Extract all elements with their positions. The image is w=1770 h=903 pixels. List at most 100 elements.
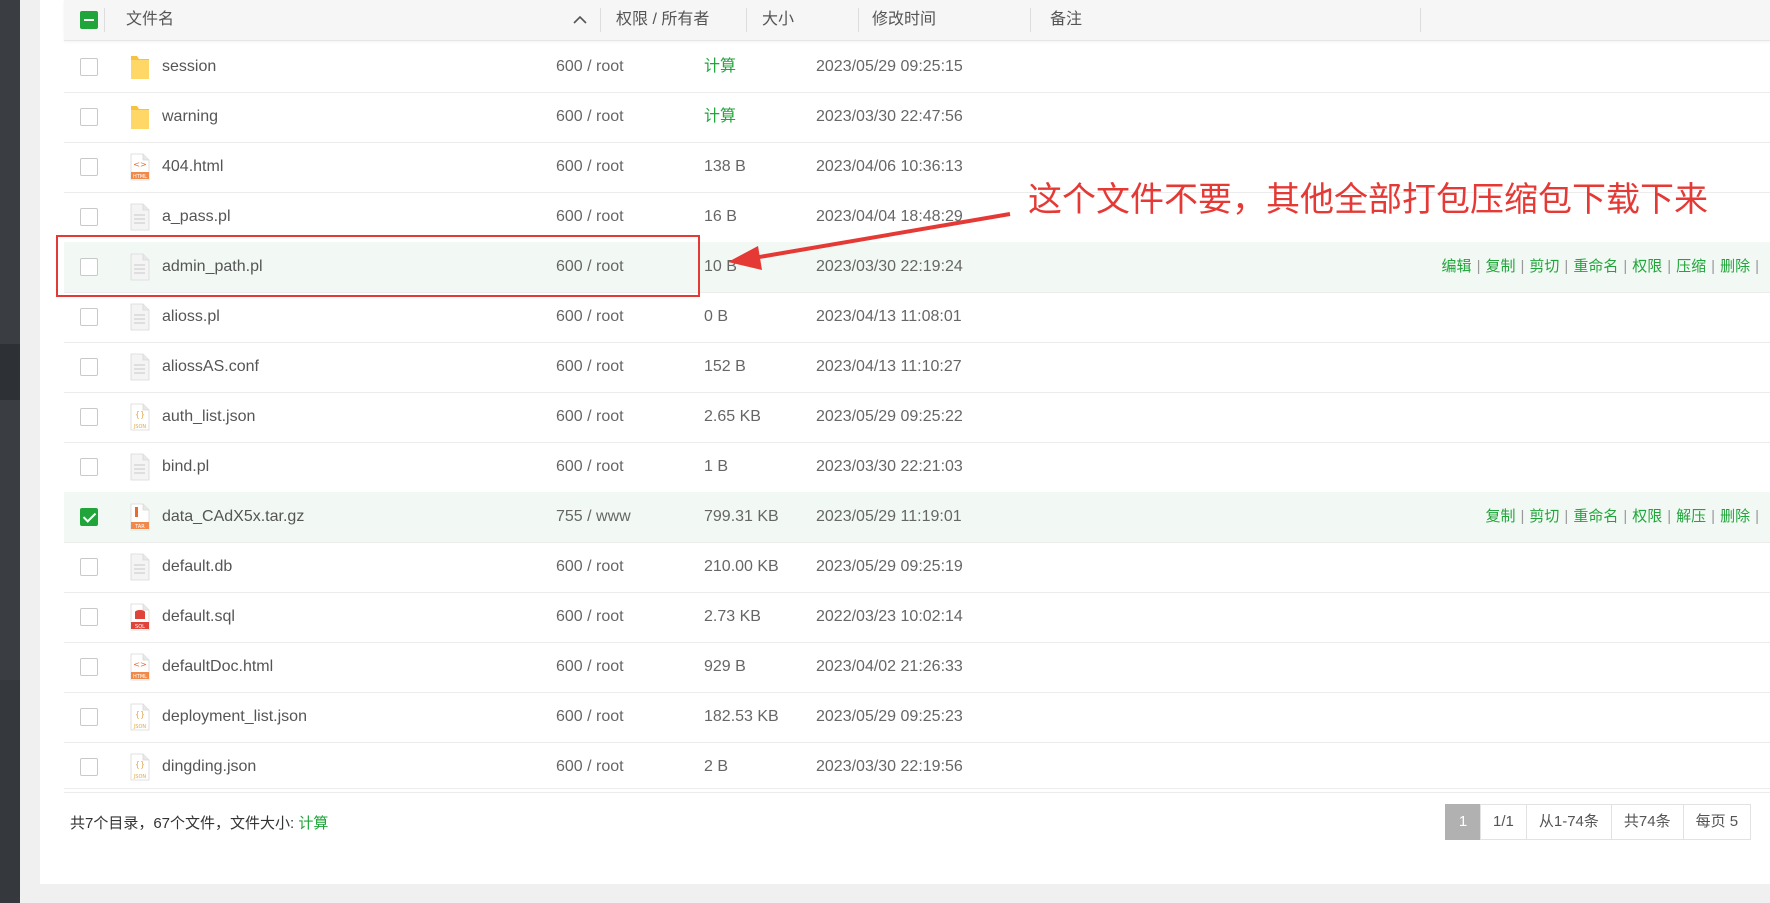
file-row[interactable]: <> HTML defaultDoc.html 600 / root 929 B 2023… xyxy=(64,642,1770,693)
file-name[interactable]: aliossAS.conf xyxy=(162,342,259,392)
sidebar-active-item[interactable] xyxy=(0,344,20,400)
file-row[interactable]: SQL default.sql 600 / root 2.73 KB 2022/03/2… xyxy=(64,592,1770,643)
file-permission[interactable]: 600 / root xyxy=(556,342,624,392)
file-permission[interactable]: 600 / root xyxy=(556,742,624,792)
file-name[interactable]: data_CAdX5x.tar.gz xyxy=(162,492,304,542)
row-action-link[interactable]: 剪切 xyxy=(1529,508,1559,525)
col-header-modified-time[interactable]: 修改时间 xyxy=(872,0,936,40)
file-permission[interactable]: 600 / root xyxy=(556,542,624,592)
file-modified-time: 2023/03/30 22:47:56 xyxy=(816,108,963,125)
row-action-link[interactable]: 重命名 xyxy=(1573,508,1618,525)
file-name[interactable]: default.db xyxy=(162,542,232,592)
file-row[interactable]: TAR data_CAdX5x.tar.gz 755 / www 799.31 KB 2… xyxy=(64,492,1770,543)
file-permission[interactable]: 600 / root xyxy=(556,642,624,692)
select-all-checkbox[interactable] xyxy=(80,11,98,29)
col-header-size[interactable]: 大小 xyxy=(762,0,794,40)
file-size: 2 B xyxy=(704,758,729,775)
row-action-link[interactable]: 重命名 xyxy=(1573,258,1618,275)
text-file-icon xyxy=(130,353,150,381)
file-row[interactable]: {} JSON dingding.json 600 / root 2 B 2023/03/… xyxy=(64,742,1770,793)
file-modified-time: 2023/05/29 09:25:19 xyxy=(816,558,963,575)
col-header-name[interactable]: 文件名 xyxy=(126,0,174,40)
file-name[interactable]: defaultDoc.html xyxy=(162,642,273,692)
file-modified-time: 2023/04/06 10:36:13 xyxy=(816,158,963,175)
page-total: 共74条 xyxy=(1610,804,1684,840)
json-file-icon: {} JSON xyxy=(130,753,150,781)
row-action-link[interactable]: 复制 xyxy=(1485,508,1515,525)
file-name[interactable]: alioss.pl xyxy=(162,292,220,342)
file-permission[interactable]: 600 / root xyxy=(556,442,624,492)
file-size: 138 B xyxy=(704,158,746,175)
file-row[interactable]: {} JSON deployment_list.json 600 / root 182.… xyxy=(64,692,1770,743)
file-permission[interactable]: 600 / root xyxy=(556,92,624,142)
row-checkbox[interactable] xyxy=(80,58,98,76)
folder-icon xyxy=(130,53,150,81)
file-size: 929 B xyxy=(704,658,746,675)
row-action-link[interactable]: 解压 xyxy=(1676,508,1706,525)
file-name[interactable]: session xyxy=(162,42,216,92)
file-row[interactable]: bind.pl 600 / root 1 B 2023/03/30 22:21:03 xyxy=(64,442,1770,493)
row-action-link[interactable]: 复制 xyxy=(1485,258,1515,275)
file-size: 182.53 KB xyxy=(704,708,779,725)
file-row[interactable]: warning 600 / root 计算 2023/03/30 22:47:56 xyxy=(64,92,1770,143)
file-row[interactable]: session 600 / root 计算 2023/05/29 09:25:15 xyxy=(64,42,1770,93)
file-name[interactable]: deployment_list.json xyxy=(162,692,307,742)
file-permission[interactable]: 600 / root xyxy=(556,692,624,742)
file-permission[interactable]: 600 / root xyxy=(556,392,624,442)
file-name[interactable]: auth_list.json xyxy=(162,392,255,442)
row-checkbox[interactable] xyxy=(80,208,98,226)
svg-text:{}: {} xyxy=(135,760,145,769)
row-checkbox[interactable] xyxy=(80,408,98,426)
file-row[interactable]: default.db 600 / root 210.00 KB 2023/05/29 … xyxy=(64,542,1770,593)
row-checkbox[interactable] xyxy=(80,108,98,126)
row-action-link[interactable]: 编辑 xyxy=(1442,258,1472,275)
left-sidebar-strip xyxy=(0,0,20,903)
text-file-icon xyxy=(130,303,150,331)
file-name[interactable]: 404.html xyxy=(162,142,223,192)
row-checkbox[interactable] xyxy=(80,358,98,376)
row-action-link[interactable]: 权限 xyxy=(1632,258,1662,275)
file-permission[interactable]: 600 / root xyxy=(556,592,624,642)
row-checkbox[interactable] xyxy=(80,608,98,626)
file-permission[interactable]: 600 / root xyxy=(556,142,624,192)
file-row[interactable]: alioss.pl 600 / root 0 B 2023/04/13 11:08:0… xyxy=(64,292,1770,343)
file-row[interactable]: {} JSON auth_list.json 600 / root 2.65 KB 202… xyxy=(64,392,1770,443)
file-name[interactable]: warning xyxy=(162,92,218,142)
file-permission[interactable]: 600 / root xyxy=(556,292,624,342)
file-name[interactable]: bind.pl xyxy=(162,442,209,492)
row-action-link[interactable]: 权限 xyxy=(1632,508,1662,525)
row-checkbox[interactable] xyxy=(80,708,98,726)
row-checkbox[interactable] xyxy=(80,308,98,326)
text-file-icon xyxy=(130,453,150,481)
row-action-link[interactable]: 删除 xyxy=(1720,508,1750,525)
file-permission[interactable]: 755 / www xyxy=(556,492,631,542)
file-name[interactable]: default.sql xyxy=(162,592,235,642)
file-name[interactable]: dingding.json xyxy=(162,742,256,792)
row-checkbox[interactable] xyxy=(80,558,98,576)
row-action-link[interactable]: 删除 xyxy=(1720,258,1750,275)
page-size-select[interactable]: 每页 5 xyxy=(1682,804,1752,840)
json-file-icon: {} JSON xyxy=(130,703,150,731)
col-header-note[interactable]: 备注 xyxy=(1050,0,1082,40)
footer-calc-link[interactable]: 计算 xyxy=(298,815,328,832)
row-checkbox[interactable] xyxy=(80,758,98,776)
annotation-text: 这个文件不要，其他全部打包压缩包下载下来 xyxy=(1028,181,1708,219)
row-checkbox[interactable] xyxy=(80,658,98,676)
file-size[interactable]: 计算 xyxy=(704,42,736,92)
page-count: 1/1 xyxy=(1480,804,1527,840)
row-action-link[interactable]: 压缩 xyxy=(1676,258,1706,275)
row-actions: 编辑 | 复制 | 剪切 | 重命名 | 权限 | 压缩 | 删除 | xyxy=(1441,258,1759,275)
row-action-link[interactable]: 剪切 xyxy=(1529,258,1559,275)
col-header-permission[interactable]: 权限 / 所有者 xyxy=(616,0,709,40)
file-size: 2.73 KB xyxy=(704,608,761,625)
footer-summary: 共7个目录，67个文件，文件大小: 计算 xyxy=(70,812,328,833)
file-size[interactable]: 计算 xyxy=(704,92,736,142)
row-checkbox[interactable] xyxy=(80,458,98,476)
page-current[interactable]: 1 xyxy=(1445,804,1481,840)
row-checkbox[interactable] xyxy=(80,158,98,176)
file-modified-time: 2023/04/13 11:08:01 xyxy=(816,308,962,325)
sort-ascending-icon[interactable] xyxy=(572,12,588,28)
file-permission[interactable]: 600 / root xyxy=(556,42,624,92)
row-checkbox[interactable] xyxy=(80,508,98,526)
file-row[interactable]: aliossAS.conf 600 / root 152 B 2023/04/13 1… xyxy=(64,342,1770,393)
